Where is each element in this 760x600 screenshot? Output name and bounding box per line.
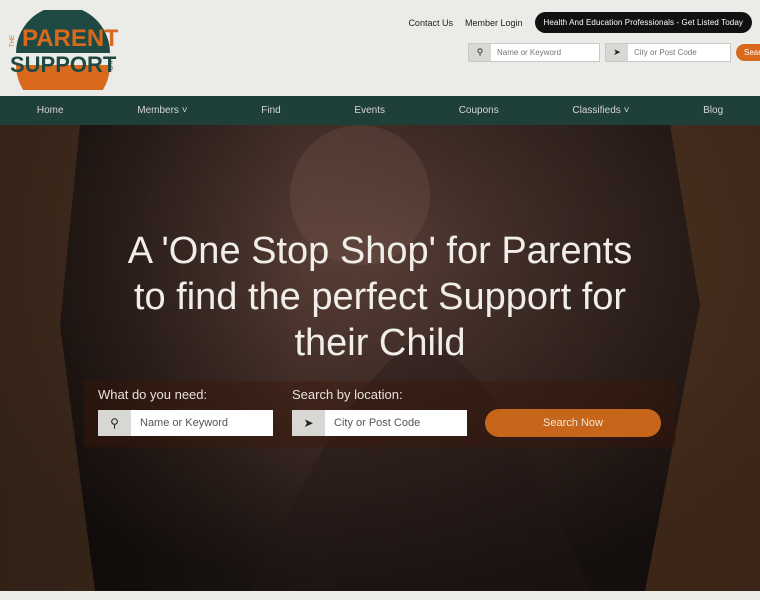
nav-find[interactable]: Find [261,105,280,116]
site-header: THE PARENT SUPPORT HUB Contact Us Member… [0,0,760,96]
nav-classifieds-label: Classifieds [572,105,621,116]
parent-support-hub-logo[interactable]: THE PARENT SUPPORT HUB [8,10,118,90]
header-search-button[interactable]: Search [736,44,760,61]
main-nav: Home Members ˅ Find Events Coupons Class… [0,96,760,125]
nav-members[interactable]: Members ˅ [137,105,187,116]
keyword-field[interactable]: ⚲ Name or Keyword [98,410,273,436]
search-icon: ⚲ [469,44,491,61]
nav-events[interactable]: Events [354,105,385,116]
get-listed-button[interactable]: Health And Education Professionals - Get… [534,12,752,33]
hero-title: A 'One Stop Shop' for Parents to find th… [127,230,633,364]
need-label: What do you need: [98,387,208,402]
hero-section: A 'One Stop Shop' for Parents to find th… [0,125,760,591]
header-keyword-input[interactable]: Name or Keyword [491,44,599,61]
bottom-strip [0,591,760,600]
svg-text:PARENT: PARENT [22,25,118,52]
location-field[interactable]: ➤ City or Post Code [292,410,467,436]
chevron-down-icon: ˅ [623,105,630,116]
location-label: Search by location: [292,387,403,402]
header-city-input[interactable]: City or Post Code [628,44,730,61]
search-icon: ⚲ [98,410,131,436]
top-links: Contact Us Member Login Health And Educa… [408,12,752,33]
svg-text:SUPPORT: SUPPORT [10,52,117,77]
svg-text:HUB: HUB [106,58,112,71]
hero-search-panel: What do you need: Search by location: ⚲ … [84,381,676,447]
nav-members-label: Members [137,105,179,116]
nav-blog[interactable]: Blog [703,105,723,116]
location-arrow-icon: ➤ [606,44,628,61]
contact-us-link[interactable]: Contact Us [408,18,453,28]
chevron-down-icon: ˅ [181,105,188,116]
city-input[interactable]: City or Post Code [325,410,467,436]
svg-text:THE: THE [10,35,16,47]
keyword-input[interactable]: Name or Keyword [131,410,273,436]
search-now-button[interactable]: Search Now [485,409,661,437]
location-arrow-icon: ➤ [292,410,325,436]
nav-coupons[interactable]: Coupons [459,105,499,116]
nav-classifieds[interactable]: Classifieds ˅ [572,105,629,116]
header-keyword-field[interactable]: ⚲ Name or Keyword [468,43,600,62]
header-search: ⚲ Name or Keyword ➤ City or Post Code Se… [468,43,760,62]
member-login-link[interactable]: Member Login [465,18,523,28]
nav-home[interactable]: Home [37,105,64,116]
header-location-field[interactable]: ➤ City or Post Code [605,43,731,62]
